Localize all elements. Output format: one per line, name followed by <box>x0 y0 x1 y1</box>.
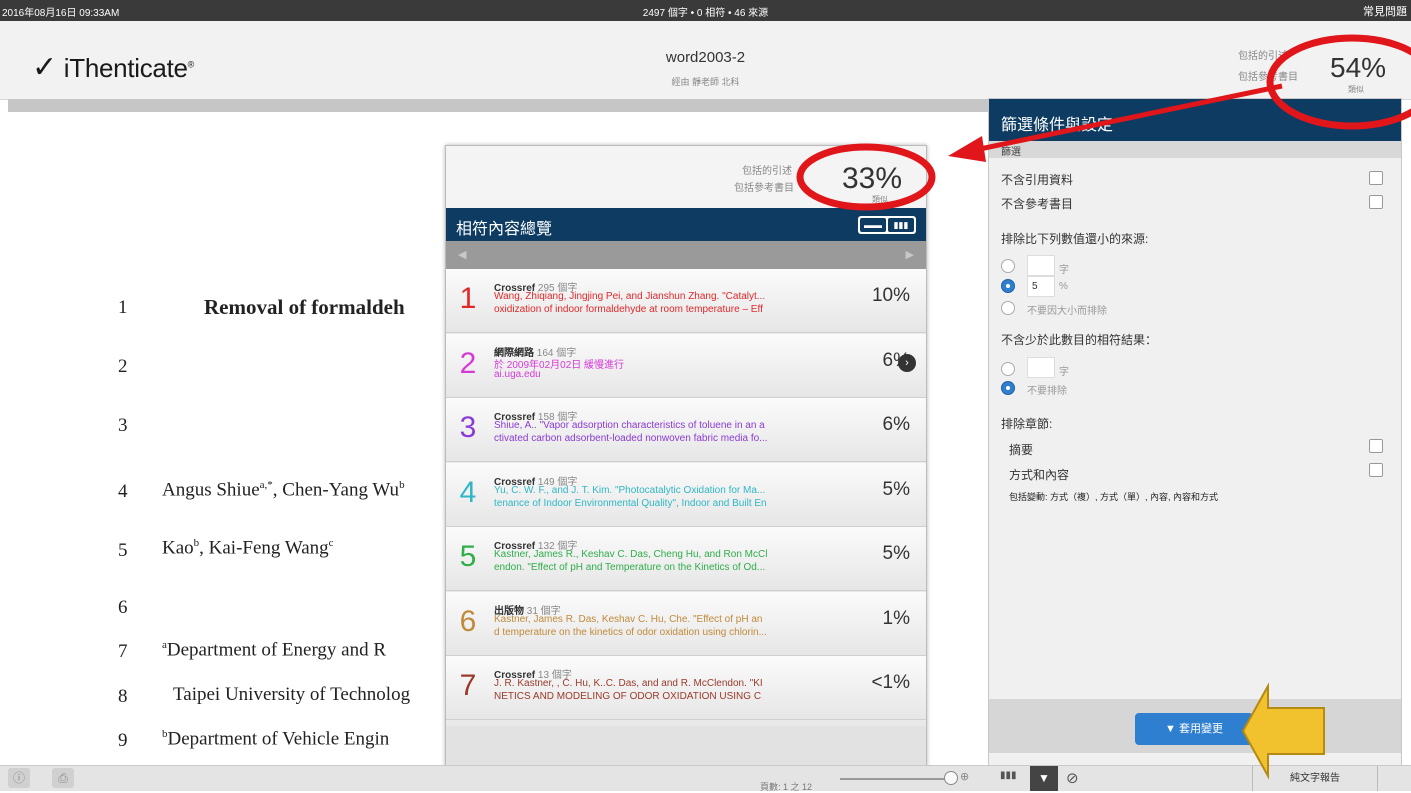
annotation-overlay <box>796 34 1411 780</box>
highlight-ellipse-header <box>1266 34 1411 130</box>
annotation-arrow-line <box>974 83 1283 153</box>
highlight-ellipse-panel <box>796 143 936 211</box>
yellow-pointer-arrow <box>1241 682 1325 780</box>
annotation-arrowhead <box>948 136 986 162</box>
